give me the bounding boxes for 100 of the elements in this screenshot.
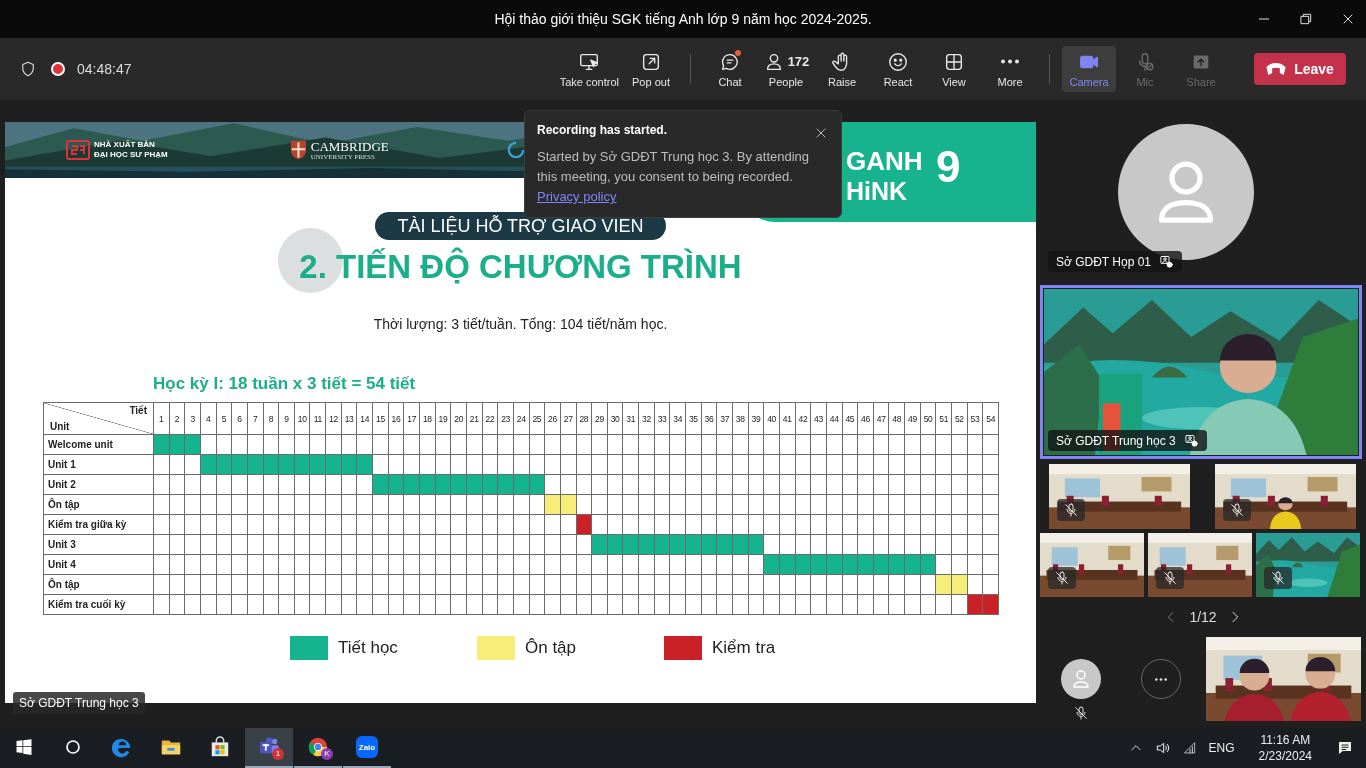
column-header: 8	[263, 403, 279, 434]
brand-text: GANH	[846, 146, 923, 176]
clock[interactable]: 11:16 AM 2/23/2024	[1258, 732, 1312, 764]
react-icon	[887, 50, 909, 73]
row-header: Kiểm tra cuối kỳ	[44, 595, 153, 614]
column-header: 27	[560, 403, 576, 434]
column-header: 42	[795, 403, 811, 434]
column-header: 29	[592, 403, 607, 434]
column-header: 1	[154, 403, 169, 434]
page-indicator: 1/12	[1189, 609, 1217, 625]
date-text: 2/23/2024	[1258, 748, 1312, 764]
window-title: Hội thảo giới thiệu SGK tiếng Anh lớp 9 năm học 2024-2025.	[494, 11, 872, 27]
column-header: 20	[451, 403, 466, 434]
column-header: 52	[952, 403, 967, 434]
column-header: 22	[482, 403, 498, 434]
column-header: 30	[607, 403, 623, 434]
schedule-title: Học kỳ I: 18 tuần x 3 tiết = 54 tiết	[153, 374, 416, 394]
row-header: Unit	[50, 421, 70, 432]
row-header: Ôn tập	[44, 575, 153, 594]
person-card-icon	[1159, 254, 1174, 269]
mic-off-icon	[1270, 570, 1286, 586]
column-header: 43	[811, 403, 826, 434]
crest-icon	[289, 140, 307, 160]
language-indicator[interactable]: ENG	[1208, 741, 1235, 755]
row-header: Unit 2	[44, 475, 153, 494]
column-header: Tiết	[129, 405, 147, 416]
participant-name: Sở GDĐT Trung học 3	[1056, 433, 1176, 448]
chat-button[interactable]: Chat	[703, 46, 757, 92]
publisher-name: ĐẠI HỌC SƯ PHẠM	[94, 150, 168, 160]
notification-icon[interactable]	[1336, 739, 1354, 757]
app-icon	[111, 736, 133, 758]
participant-name: Sở GDĐT Họp 01	[1056, 254, 1151, 269]
legend-label: Kiểm tra	[712, 638, 776, 658]
camera-button[interactable]: Camera	[1062, 46, 1116, 92]
column-header: 35	[686, 403, 701, 434]
column-header: 33	[654, 403, 670, 434]
volume-icon[interactable]	[1154, 740, 1171, 756]
legend-label: Ôn tập	[525, 638, 577, 658]
view-button[interactable]: View	[927, 46, 981, 92]
column-header: 41	[779, 403, 795, 434]
row-header: Unit 4	[44, 555, 153, 574]
column-header: 31	[623, 403, 639, 434]
column-header: 5	[216, 403, 232, 434]
time-text: 11:16 AM	[1260, 732, 1311, 748]
take-control-button[interactable]: Take control	[556, 46, 622, 92]
app-icon: Zalo	[356, 736, 378, 758]
publisher-logo-icon	[66, 140, 90, 160]
column-header: 13	[341, 403, 357, 434]
column-header: 9	[279, 403, 294, 434]
legend-label: Tiết học	[338, 638, 398, 658]
column-header: 46	[858, 403, 873, 434]
slide-title: 2. TIẾN ĐỘ CHƯƠNG TRÌNH	[299, 246, 742, 287]
column-header: 28	[576, 403, 592, 434]
presenter-name: Sở GDĐT Trung học 3	[13, 692, 145, 714]
column-header: 49	[905, 403, 920, 434]
column-header: 19	[435, 403, 451, 434]
slide-subtitle: Thời lượng: 3 tiết/tuần. Tổng: 104 tiết/năm học.	[373, 315, 668, 334]
shield-icon	[19, 60, 37, 78]
taskbar-button[interactable]: 1	[245, 728, 293, 768]
column-header: 2	[169, 403, 185, 434]
column-header: 12	[326, 403, 341, 434]
column-header: 48	[889, 403, 905, 434]
maximize-icon[interactable]	[1298, 11, 1314, 27]
column-header: 14	[357, 403, 373, 434]
column-header: 39	[748, 403, 764, 434]
notification-text: Started by Sở GDĐT Trung học 3. By attending this meeting, you consent to being recorded.	[537, 148, 811, 186]
pop-out-button[interactable]: Pop out	[624, 46, 678, 92]
react-button[interactable]: React	[871, 46, 925, 92]
more-icon	[1155, 677, 1167, 681]
column-header: 47	[873, 403, 889, 434]
column-header: 10	[294, 403, 310, 434]
column-header: 16	[388, 403, 404, 434]
publisher-name: NHÀ XUẤT BẢN	[94, 140, 156, 150]
badge: K	[321, 748, 333, 760]
column-header: 4	[200, 403, 216, 434]
column-header: 18	[420, 403, 435, 434]
leave-button[interactable]: Leave	[1254, 53, 1346, 85]
row-header: Unit 1	[44, 455, 153, 474]
column-header: 53	[967, 403, 983, 434]
row-header: Kiểm tra giữa kỳ	[44, 515, 153, 534]
privacy-link[interactable]: Privacy policy	[537, 189, 617, 204]
more-button[interactable]: More	[983, 46, 1037, 92]
column-header: 25	[529, 403, 545, 434]
column-header: 15	[373, 403, 388, 434]
mic-off-icon	[1162, 570, 1178, 586]
network-icon[interactable]	[1182, 741, 1197, 755]
publisher-name: CAMBRIDGE	[310, 139, 389, 153]
column-header: 38	[732, 403, 748, 434]
column-header: 23	[498, 403, 513, 434]
column-header: 32	[639, 403, 654, 434]
person-card-icon	[1183, 433, 1199, 448]
mic-off-icon	[1054, 570, 1070, 586]
column-header: 37	[717, 403, 732, 434]
column-header: 21	[466, 403, 482, 434]
column-header: 36	[701, 403, 717, 434]
taskbar-button[interactable]: Zalo	[343, 728, 391, 768]
raise-button[interactable]: Raise	[815, 46, 869, 92]
people-button[interactable]: 172 People	[759, 46, 813, 92]
taskbar-button[interactable]: K	[294, 728, 342, 768]
windows-icon	[15, 738, 33, 756]
